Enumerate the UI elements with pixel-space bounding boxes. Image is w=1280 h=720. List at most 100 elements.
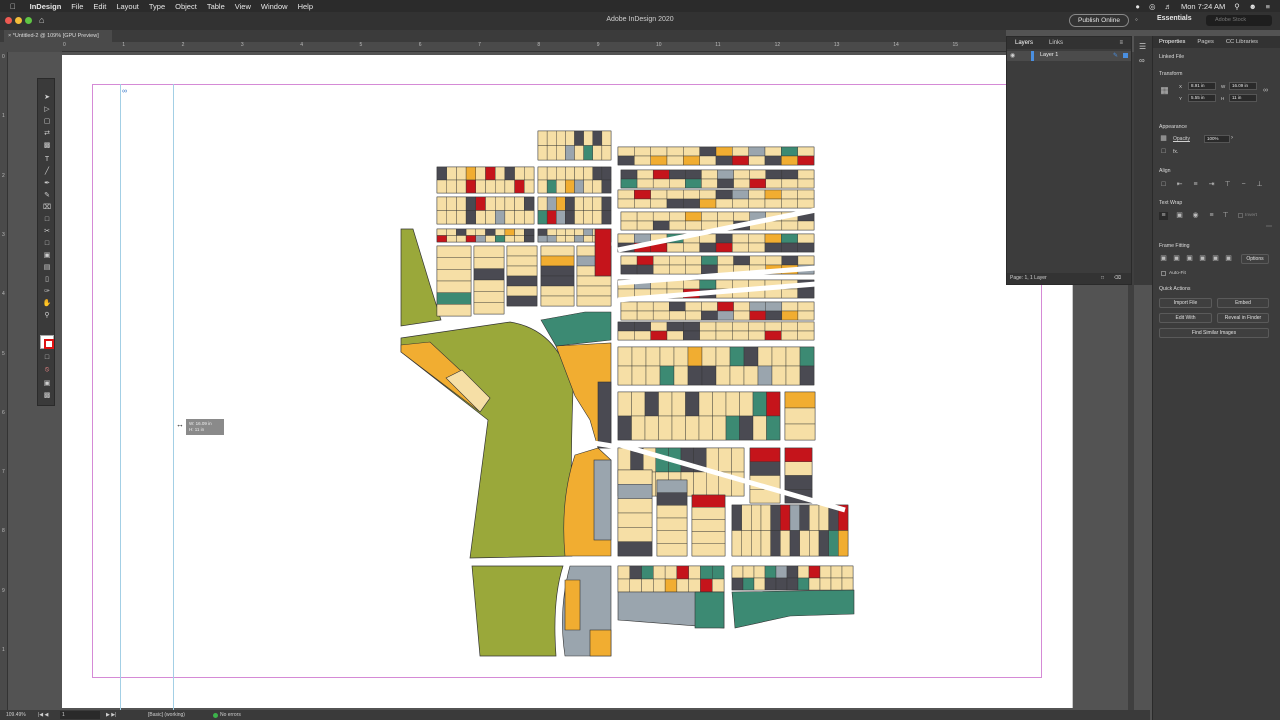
page-number-field[interactable]: 1: [60, 711, 100, 719]
invert-checkbox[interactable]: [1238, 213, 1243, 218]
apply-none-icon[interactable]: ⦸: [41, 365, 53, 375]
content-aware-fit-icon[interactable]: ▣: [1224, 255, 1233, 263]
content-collector-icon[interactable]: ▩: [41, 141, 53, 151]
import-file-button[interactable]: Import File: [1159, 298, 1212, 308]
fill-stroke-swatch[interactable]: [40, 335, 54, 349]
no-wrap-icon[interactable]: ≡: [1159, 212, 1168, 220]
tab-cc-libraries[interactable]: CC Libraries: [1220, 39, 1264, 45]
transform-heading: Transform: [1159, 71, 1183, 77]
new-layer-icon[interactable]: □: [1101, 273, 1104, 284]
note-tool-icon[interactable]: ▯: [41, 275, 53, 285]
parcel: [583, 228, 593, 236]
opacity-label[interactable]: Opacity: [1173, 136, 1190, 142]
auto-fit-checkbox[interactable]: [1161, 271, 1166, 276]
align-center-icon[interactable]: ≡: [1191, 181, 1200, 189]
screen-mode-icon[interactable]: ▣: [41, 379, 53, 389]
gap-tool-icon[interactable]: ⇄: [41, 129, 53, 139]
parcel: [617, 321, 635, 332]
view-mode-icon[interactable]: ▩: [41, 391, 53, 401]
tab-properties[interactable]: Properties: [1153, 39, 1191, 45]
parcel: [617, 565, 630, 580]
stroke-swatch-icon[interactable]: [44, 339, 54, 349]
layer-name[interactable]: Layer 1: [1040, 52, 1058, 58]
formatting-affects-container-icon[interactable]: □: [41, 353, 53, 363]
y-field[interactable]: 5.55 in: [1188, 94, 1216, 102]
gradient-swatch-tool-icon[interactable]: ▣: [41, 251, 53, 261]
find-similar-images-button[interactable]: Find Similar Images: [1159, 328, 1269, 338]
x-field[interactable]: 8.91 in: [1188, 82, 1216, 90]
parcel: [592, 166, 603, 181]
eye-icon[interactable]: ◉: [1010, 52, 1015, 59]
zoom-tool-icon[interactable]: ⚲: [41, 311, 53, 321]
line-tool-icon[interactable]: ╱: [41, 167, 53, 177]
tab-links[interactable]: Links: [1041, 40, 1071, 46]
align-top-icon[interactable]: ⊤: [1223, 181, 1232, 189]
align-left-icon[interactable]: ⇤: [1175, 181, 1184, 189]
wrap-object-shape-icon[interactable]: ◉: [1191, 212, 1200, 220]
parcel: [691, 519, 726, 532]
layer-row[interactable]: ◉ Layer 1 ✎: [1007, 51, 1131, 61]
rectangle-tool-icon[interactable]: □: [41, 215, 53, 225]
preflight-errors[interactable]: No errors: [220, 710, 241, 720]
parcel: [685, 310, 702, 321]
rectangle-frame-tool-icon[interactable]: ⌧: [41, 203, 53, 213]
parcel: [712, 391, 727, 417]
opacity-arrow-icon[interactable]: ›: [1231, 135, 1233, 141]
selection-tool-icon[interactable]: ➤: [41, 93, 53, 103]
hand-tool-icon[interactable]: ✋: [41, 299, 53, 309]
effects-button[interactable]: fx.: [1173, 149, 1178, 155]
fit-frame-to-content-icon[interactable]: ▣: [1198, 255, 1207, 263]
layers-icon[interactable]: ☰: [1139, 42, 1146, 51]
parcel: [617, 233, 635, 244]
next-page-icon[interactable]: ▶ ▶|: [106, 710, 116, 720]
type-tool-icon[interactable]: T: [41, 155, 53, 165]
tab-pages[interactable]: Pages: [1191, 39, 1219, 45]
eyedropper-tool-icon[interactable]: ✑: [41, 287, 53, 297]
parcel: [465, 210, 477, 225]
fill-frame-proportionally-icon[interactable]: ▣: [1159, 255, 1168, 263]
more-options-icon[interactable]: ⋯: [1266, 223, 1272, 230]
edit-with-button[interactable]: Edit With: [1159, 313, 1212, 323]
pencil-tool-icon[interactable]: ✎: [41, 191, 53, 201]
frame-fitting-options-button[interactable]: Options: [1241, 254, 1269, 264]
constrain-proportions-icon[interactable]: ∞: [1261, 87, 1270, 95]
pen-tool-icon[interactable]: ✒: [41, 179, 53, 189]
panel-menu-icon[interactable]: ≡: [1111, 40, 1131, 46]
preflight-profile[interactable]: [Basic] (working): [148, 710, 185, 720]
align-right-icon[interactable]: ⇥: [1207, 181, 1216, 189]
pen-icon[interactable]: ✎: [1113, 52, 1118, 59]
links-icon[interactable]: ∞: [1139, 56, 1145, 65]
gradient-feather-tool-icon[interactable]: ▤: [41, 263, 53, 273]
align-bottom-icon[interactable]: ⊥: [1255, 181, 1264, 189]
parcel: [540, 255, 575, 267]
wrap-bounding-box-icon[interactable]: ▣: [1175, 212, 1184, 220]
direct-selection-tool-icon[interactable]: ▷: [41, 105, 53, 115]
reveal-in-finder-button[interactable]: Reveal in Finder: [1217, 313, 1269, 323]
width-field[interactable]: 16.09 in: [1229, 82, 1257, 90]
opacity-field[interactable]: 100%: [1204, 135, 1230, 143]
delete-layer-icon[interactable]: ⌫: [1114, 273, 1121, 284]
embed-button[interactable]: Embed: [1217, 298, 1269, 308]
tab-layers[interactable]: Layers: [1007, 40, 1041, 46]
jump-object-icon[interactable]: ≡: [1207, 212, 1216, 220]
reference-point-icon[interactable]: ▦: [1160, 86, 1169, 95]
parcel: [514, 166, 525, 181]
height-field[interactable]: 11 in: [1229, 94, 1257, 102]
fit-content-to-frame-icon[interactable]: ▣: [1185, 255, 1194, 263]
drop-shadow-icon[interactable]: □: [1159, 148, 1168, 156]
jump-next-column-icon[interactable]: ⊤: [1221, 212, 1230, 220]
parcel: [537, 235, 548, 243]
parcel: [537, 179, 548, 194]
scissors-tool-icon[interactable]: ✂: [41, 227, 53, 237]
fit-content-proportionally-icon[interactable]: ▣: [1172, 255, 1181, 263]
center-content-icon[interactable]: ▣: [1211, 255, 1220, 263]
zoom-level[interactable]: 109.49%: [6, 710, 26, 720]
align-middle-icon[interactable]: −: [1239, 181, 1248, 189]
parcel: [546, 179, 557, 194]
selection-indicator[interactable]: [1123, 53, 1128, 58]
free-transform-tool-icon[interactable]: □: [41, 239, 53, 249]
page-tool-icon[interactable]: ▢: [41, 117, 53, 127]
first-page-icon[interactable]: |◀ ◀: [38, 710, 48, 720]
parcel: [669, 220, 686, 231]
align-to-icon[interactable]: □: [1159, 181, 1168, 189]
